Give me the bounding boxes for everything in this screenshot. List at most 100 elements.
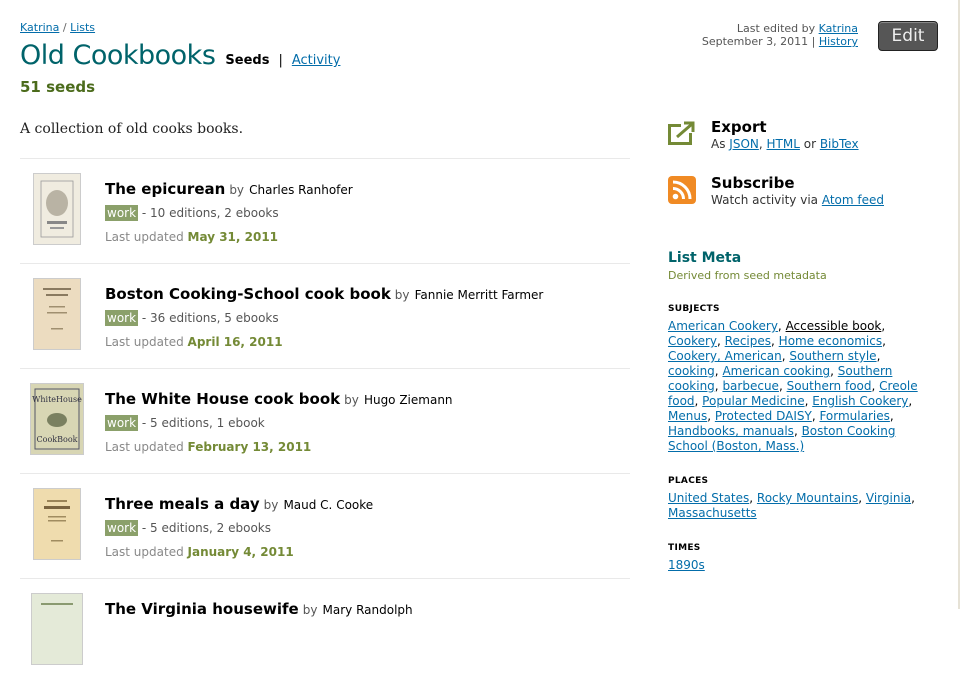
comma-separator: , [778, 379, 787, 393]
author-link[interactable]: Maud C. Cooke [283, 498, 373, 512]
book-cover[interactable] [33, 488, 81, 560]
history-link[interactable]: History [819, 35, 858, 48]
comma-separator: , [882, 334, 886, 348]
book-cover[interactable]: WhiteHouse CookBook [30, 383, 84, 455]
subjects-link[interactable]: Accessible book [786, 319, 882, 333]
tab-separator: | [278, 53, 283, 68]
subjects-label: SUBJECTS [668, 304, 720, 314]
by-label: by [263, 498, 279, 512]
times-links: 1890s [668, 558, 930, 573]
export-bibtex-link[interactable]: BibTex [820, 137, 859, 151]
author-link[interactable]: Fannie Merritt Farmer [415, 288, 544, 302]
times-section: TIMES 1890s [668, 541, 930, 573]
subscribe-block: Subscribe Watch activity via Atom feed [668, 174, 938, 230]
places-section: PLACES United States, Rocky Mountains, V… [668, 474, 930, 521]
comma-separator: , [749, 491, 757, 505]
comma-separator: , [881, 319, 886, 333]
places-label: PLACES [668, 476, 709, 486]
times-link[interactable]: 1890s [668, 558, 705, 572]
subjects-link[interactable]: Recipes [725, 334, 771, 348]
comma-separator: , [777, 319, 786, 333]
seed-count: 51 seeds [20, 78, 96, 96]
places-link[interactable]: Virginia [866, 491, 911, 505]
export-html-link[interactable]: HTML [767, 137, 800, 151]
subjects-link[interactable]: Southern food [787, 379, 872, 393]
subjects-link[interactable]: Cookery [668, 334, 717, 348]
comma-separator: , [793, 424, 802, 438]
subjects-section: SUBJECTS American Cookery, Accessible bo… [668, 302, 930, 454]
subjects-link[interactable]: American cooking [722, 364, 830, 378]
export-heading: Export [711, 118, 767, 136]
book-title-link[interactable]: The White House cook book [105, 390, 340, 408]
book-cover[interactable] [31, 593, 83, 665]
updated-label: Last updated [105, 230, 188, 244]
subjects-link[interactable]: Home economics [779, 334, 882, 348]
times-label: TIMES [668, 543, 701, 553]
comma-separator: , [858, 491, 866, 505]
subjects-link[interactable]: Cookery, American [668, 349, 782, 363]
list-meta-title: List Meta [668, 250, 742, 266]
places-link[interactable]: United States [668, 491, 749, 505]
cover-art-icon: WhiteHouse CookBook [32, 388, 82, 450]
author-link[interactable]: Mary Randolph [323, 603, 413, 617]
subjects-link[interactable]: Handbooks, manuals [668, 424, 794, 438]
atom-feed-link[interactable]: Atom feed [822, 193, 884, 207]
places-link[interactable]: Rocky Mountains [757, 491, 858, 505]
book-cover[interactable] [33, 278, 81, 350]
comma-separator: , [911, 491, 915, 505]
book-cover[interactable] [33, 173, 81, 245]
edit-meta: Last edited by Katrina September 3, 2011… [702, 22, 858, 48]
updated-label: Last updated [105, 440, 188, 454]
by-label: by [344, 393, 359, 407]
subjects-link[interactable]: Protected DAISY [715, 409, 812, 423]
updated-date: January 4, 2011 [187, 545, 294, 559]
tab-activity[interactable]: Activity [292, 53, 341, 68]
book-title-link[interactable]: The epicurean [105, 180, 225, 198]
list-item: WhiteHouse CookBook The White House cook… [20, 368, 630, 473]
places-link[interactable]: Massachusetts [668, 506, 757, 520]
subscribe-heading: Subscribe [711, 174, 795, 192]
comma-separator: , [707, 409, 715, 423]
edit-button[interactable]: Edit [878, 21, 938, 51]
book-title-link[interactable]: Boston Cooking-School cook book [105, 285, 391, 303]
comma-separator: , [830, 364, 838, 378]
updated-date: April 16, 2011 [187, 335, 283, 349]
comma-separator: , [908, 394, 913, 408]
cover-art-icon [43, 288, 71, 330]
subjects-link[interactable]: American Cookery [668, 319, 778, 333]
subjects-link[interactable]: English Cookery [812, 394, 908, 408]
seed-list: The epicurean by Charles Ranhofer work - … [20, 158, 630, 683]
cover-art-icon [44, 500, 70, 542]
book-title-link[interactable]: The Virginia housewife [105, 600, 299, 618]
subjects-link[interactable]: cooking [668, 364, 715, 378]
comma-separator: , [717, 334, 725, 348]
by-label: by [229, 183, 245, 197]
list-item: Boston Cooking-School cook book by Fannie… [20, 263, 630, 368]
editions-count: - 5 editions, 2 ebooks [138, 521, 271, 535]
author-link[interactable]: Charles Ranhofer [249, 183, 353, 197]
breadcrumb-user-link[interactable]: Katrina [20, 21, 59, 34]
cover-art-icon [41, 603, 73, 605]
export-comma: , [758, 137, 767, 151]
updated-label: Last updated [105, 335, 188, 349]
subjects-link[interactable]: Formularies [819, 409, 889, 423]
work-badge: work [105, 205, 139, 221]
subjects-link[interactable]: barbecue [722, 379, 779, 393]
tab-seeds[interactable]: Seeds [225, 53, 269, 68]
breadcrumb-lists-link[interactable]: Lists [70, 21, 95, 34]
book-title-link[interactable]: Three meals a day [105, 495, 260, 513]
subjects-link[interactable]: Southern style [789, 349, 876, 363]
edit-meta-user-link[interactable]: Katrina [819, 22, 858, 35]
breadcrumb: Katrina / Lists [20, 21, 95, 34]
title-row: Old Cookbooks Seeds | Activity [20, 40, 340, 71]
list-meta-subtitle: Derived from seed metadata [668, 269, 827, 282]
subjects-link[interactable]: Menus [668, 409, 707, 423]
export-json-link[interactable]: JSON [729, 137, 759, 151]
work-badge: work [105, 520, 139, 536]
updated-date: February 13, 2011 [187, 440, 312, 454]
author-link[interactable]: Hugo Ziemann [364, 393, 453, 407]
edit-meta-date: September 3, 2011 [701, 35, 809, 48]
by-label: by [394, 288, 410, 302]
subjects-link[interactable]: Popular Medicine [702, 394, 804, 408]
rss-icon [668, 176, 696, 204]
